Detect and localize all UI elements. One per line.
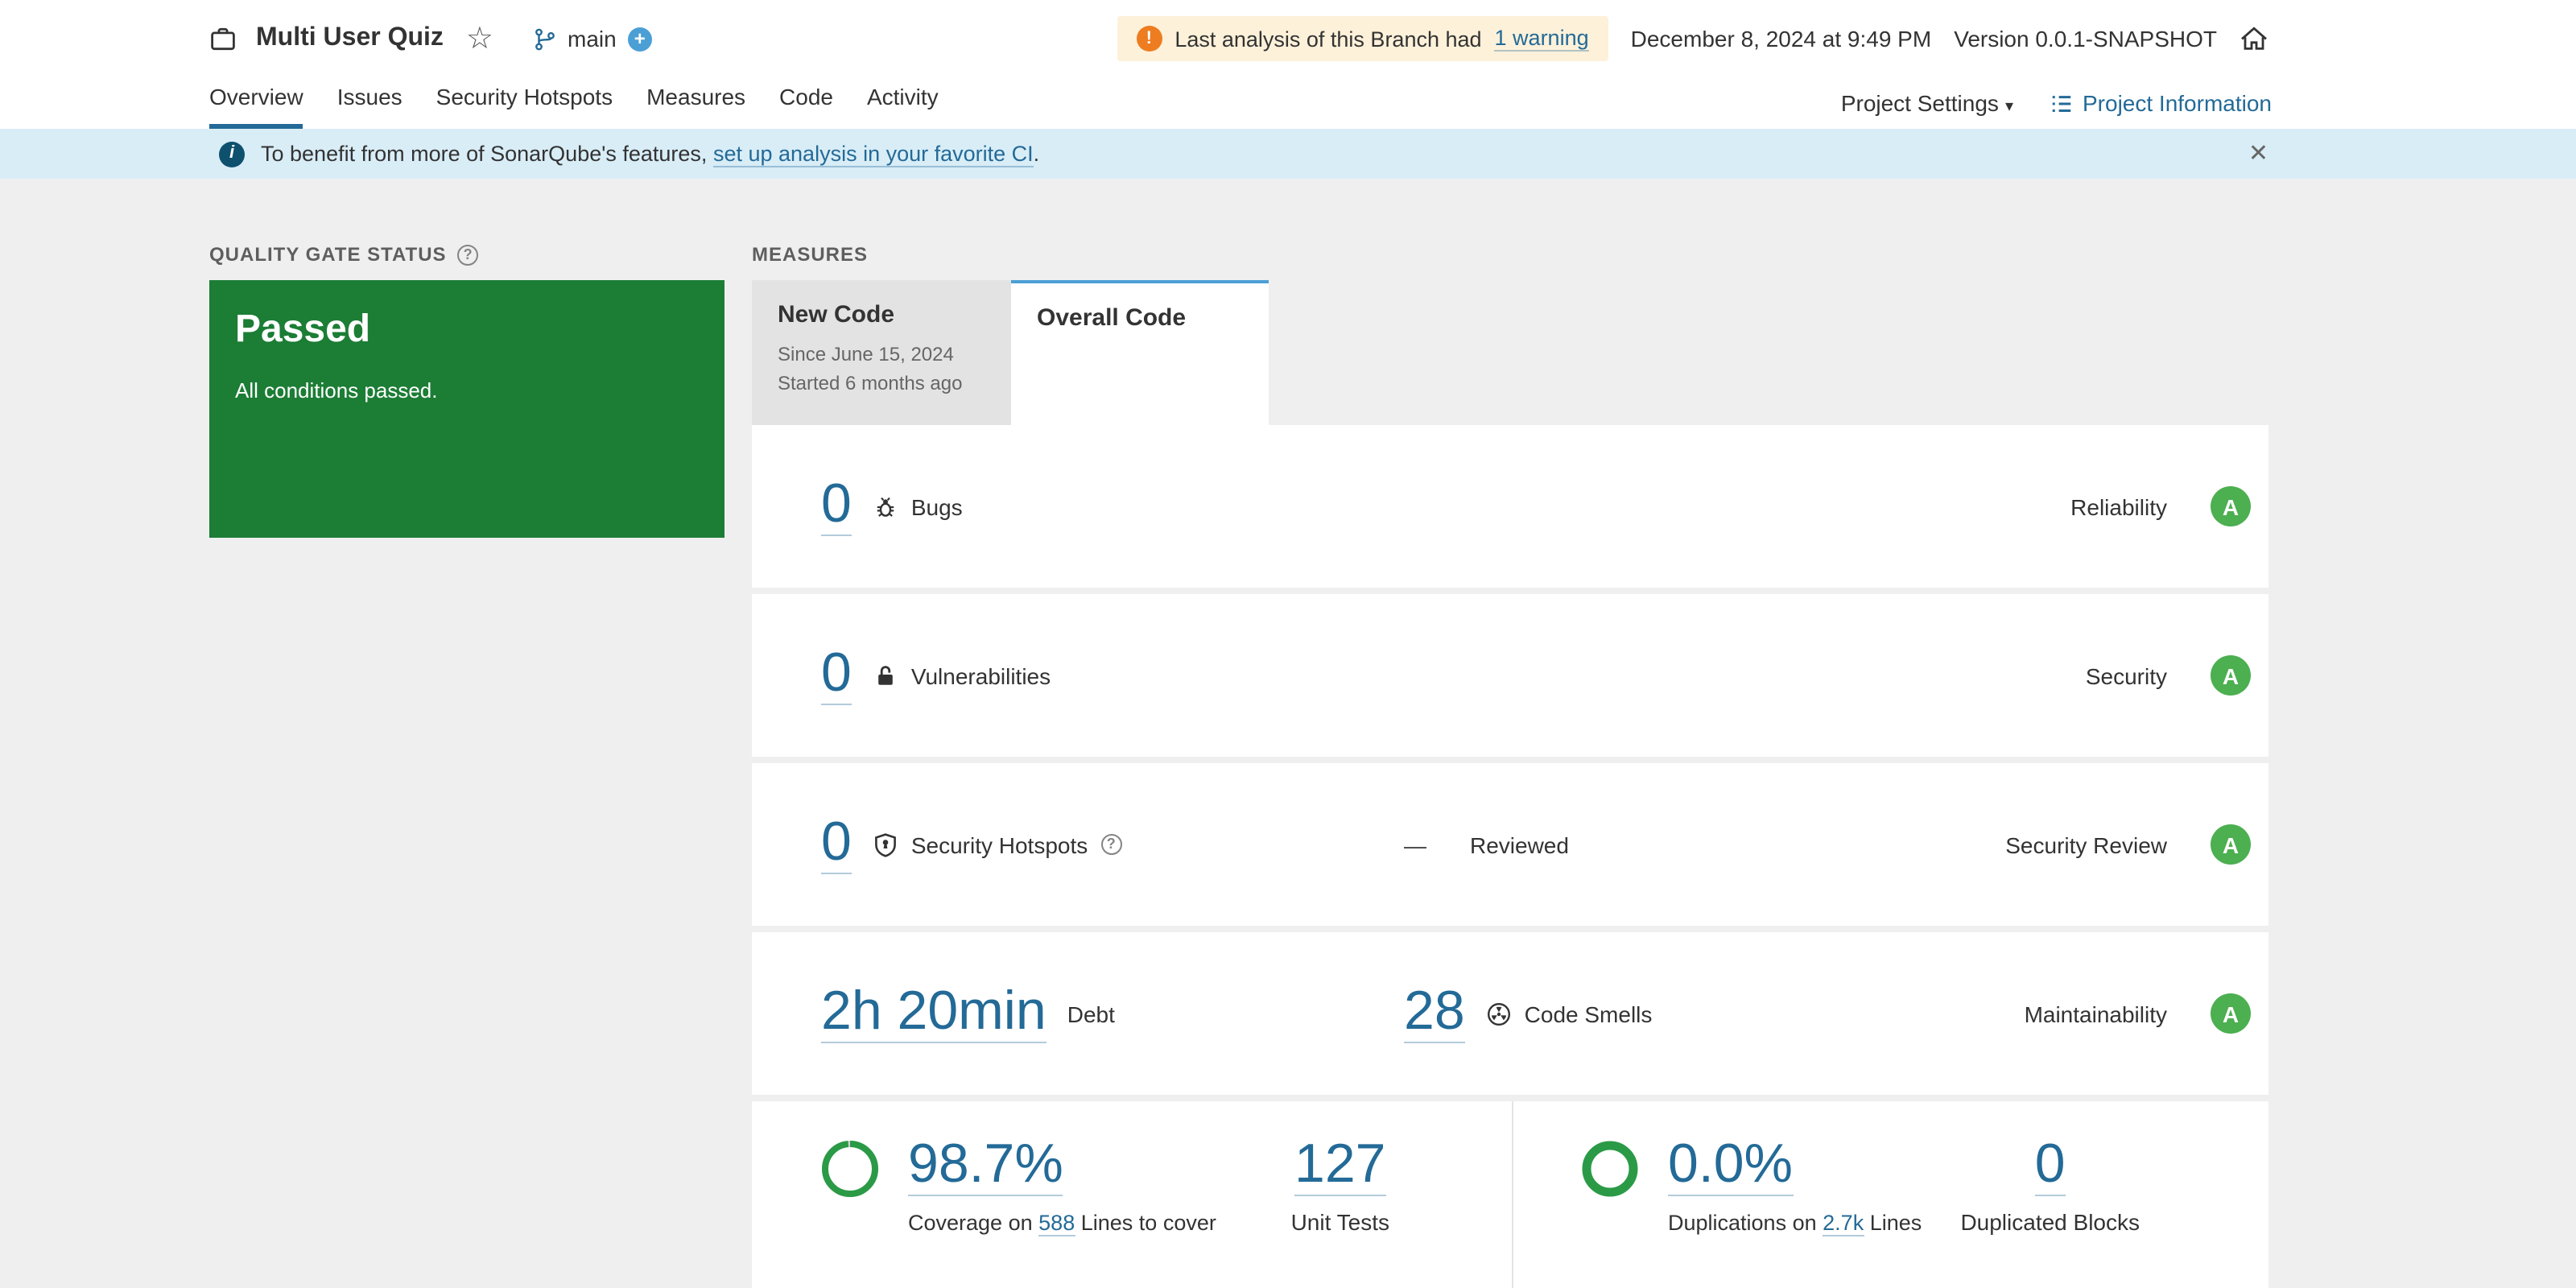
quality-gate-heading: QUALITY GATE STATUS ? [209,243,724,266]
maintainability-rating-badge: A [2211,993,2251,1034]
list-icon [2049,91,2073,115]
warning-link[interactable]: 1 warning [1494,26,1589,52]
home-icon[interactable] [2240,26,2268,52]
bugs-count-link[interactable]: 0 [821,476,852,536]
page-title: Multi User Quiz [256,24,444,52]
coverage-percent-link[interactable]: 98.7% [908,1136,1063,1196]
security-review-rating-badge: A [2211,824,2251,865]
lock-icon [873,663,898,688]
measures-section: MEASURES New Code Since June 15, 2024 St… [752,243,2268,1288]
add-branch-button[interactable]: + [627,27,652,51]
coverage-caption: Coverage on 588 Lines to cover [908,1210,1216,1236]
tab-measures[interactable]: Measures [646,84,745,129]
help-icon[interactable]: ? [1100,834,1122,855]
header-meta: ! Last analysis of this Branch had 1 war… [1117,16,2268,61]
tab-overall-code[interactable]: Overall Code [1011,280,1269,425]
quality-gate-section: QUALITY GATE STATUS ? Passed All conditi… [209,243,724,1288]
nav-tabs: Overview Issues Security Hotspots Measur… [209,84,939,129]
duplicated-blocks-label: Duplicated Blocks [1960,1208,2140,1235]
debt-label: Debt [1067,1001,1115,1026]
measure-row-security-review: 0 Security Hotspots ? — Reviewed Securit… [752,763,2268,926]
coverage-cell: 98.7% Coverage on 588 Lines to cover 127… [752,1101,1512,1288]
reliability-rating-badge: A [2211,486,2251,526]
project-icon [209,25,237,52]
chevron-down-icon: ▾ [2004,98,2013,116]
security-label: Security [2085,663,2167,688]
duplicated-blocks-count-link[interactable]: 0 [2034,1133,2066,1196]
shield-icon [873,832,898,857]
warning-icon: ! [1136,26,1162,52]
analysis-warning-badge: ! Last analysis of this Branch had 1 war… [1117,16,1608,61]
duplications-ring-icon [1578,1137,1642,1288]
tab-new-code[interactable]: New Code Since June 15, 2024 Started 6 m… [752,280,1011,425]
tab-security-hotspots[interactable]: Security Hotspots [436,84,613,129]
tab-activity[interactable]: Activity [867,84,939,129]
unit-tests-label: Unit Tests [1290,1208,1389,1235]
reviewed-value: — [1404,832,1426,857]
measure-row-maintainability: 2h 20min Debt 28 Code Smells Maintainabi… [752,932,2268,1095]
sonarqube-project-overview: Multi User Quiz ☆ main + ! Last analysis… [0,0,2576,1288]
warning-text: Last analysis of this Branch had [1174,27,1482,51]
help-icon[interactable]: ? [457,244,479,265]
coverage-ring-icon [818,1137,882,1288]
ci-setup-link[interactable]: set up analysis in your favorite CI [712,142,1034,167]
measures-heading: MEASURES [752,243,869,266]
info-icon: i [219,141,245,167]
quality-gate-status: Passed [235,308,371,351]
security-hotspots-label: Security Hotspots [910,832,1088,857]
tab-issues[interactable]: Issues [337,84,402,129]
hotspots-count-link[interactable]: 0 [821,814,852,874]
new-code-since: Since June 15, 2024 [778,343,954,365]
branch-icon [532,27,556,51]
project-header: Multi User Quiz ☆ main + ! Last analysis… [0,0,2576,77]
quality-gate-status-box: Passed All conditions passed. [209,280,724,538]
quality-gate-description: All conditions passed. [235,378,438,402]
duplications-percent-link[interactable]: 0.0% [1668,1136,1793,1196]
vulnerabilities-count-link[interactable]: 0 [821,645,852,705]
duplicated-lines-link[interactable]: 2.7k [1823,1210,1864,1236]
maintainability-label: Maintainability [2024,1001,2167,1026]
version-label: Version 0.0.1-SNAPSHOT [1954,26,2217,52]
reliability-label: Reliability [2070,493,2167,519]
tab-code[interactable]: Code [779,84,833,129]
branch-selector: main + [532,26,652,52]
ci-setup-banner: i To benefit from more of SonarQube's fe… [0,129,2576,179]
bugs-label: Bugs [910,493,963,519]
vulnerabilities-label: Vulnerabilities [910,663,1051,688]
code-smells-count-link[interactable]: 28 [1404,983,1465,1043]
reviewed-label: Reviewed [1470,832,1569,857]
code-smell-icon [1486,1001,1512,1026]
project-information-button[interactable]: Project Information [2049,90,2272,116]
unit-tests-count-link[interactable]: 127 [1294,1133,1386,1196]
duplications-cell: 0.0% Duplications on 2.7k Lines 0 Duplic… [1512,1101,2268,1288]
branch-name: main [568,26,617,52]
close-icon[interactable]: ✕ [2248,142,2268,166]
debt-value-link[interactable]: 2h 20min [821,983,1046,1043]
banner-text: To benefit from more of SonarQube's feat… [261,142,1040,167]
measure-row-security: 0 Vulnerabilities Security A [752,594,2268,757]
measure-row-coverage-duplications: 98.7% Coverage on 588 Lines to cover 127… [752,1101,2268,1288]
lines-to-cover-link[interactable]: 588 [1038,1210,1075,1236]
bug-icon [873,493,898,519]
project-nav: Overview Issues Security Hotspots Measur… [0,77,2576,129]
duplications-caption: Duplications on 2.7k Lines [1668,1210,1922,1236]
project-settings-dropdown[interactable]: Project Settings ▾ [1841,90,2013,116]
analysis-date: December 8, 2024 at 9:49 PM [1630,26,1932,52]
code-smells-label: Code Smells [1524,1001,1653,1026]
security-review-label: Security Review [2005,832,2167,857]
new-code-started: Started 6 months ago [778,372,963,394]
security-rating-badge: A [2211,655,2251,696]
nav-right: Project Settings ▾ Project Information [1841,90,2272,129]
tab-overview[interactable]: Overview [209,84,303,129]
overview-main: QUALITY GATE STATUS ? Passed All conditi… [0,179,2576,1288]
favorite-star-icon[interactable]: ☆ [466,23,493,54]
measure-row-reliability: 0 Bugs Reliability A [752,425,2268,588]
measures-tabs: New Code Since June 15, 2024 Started 6 m… [752,280,2268,425]
